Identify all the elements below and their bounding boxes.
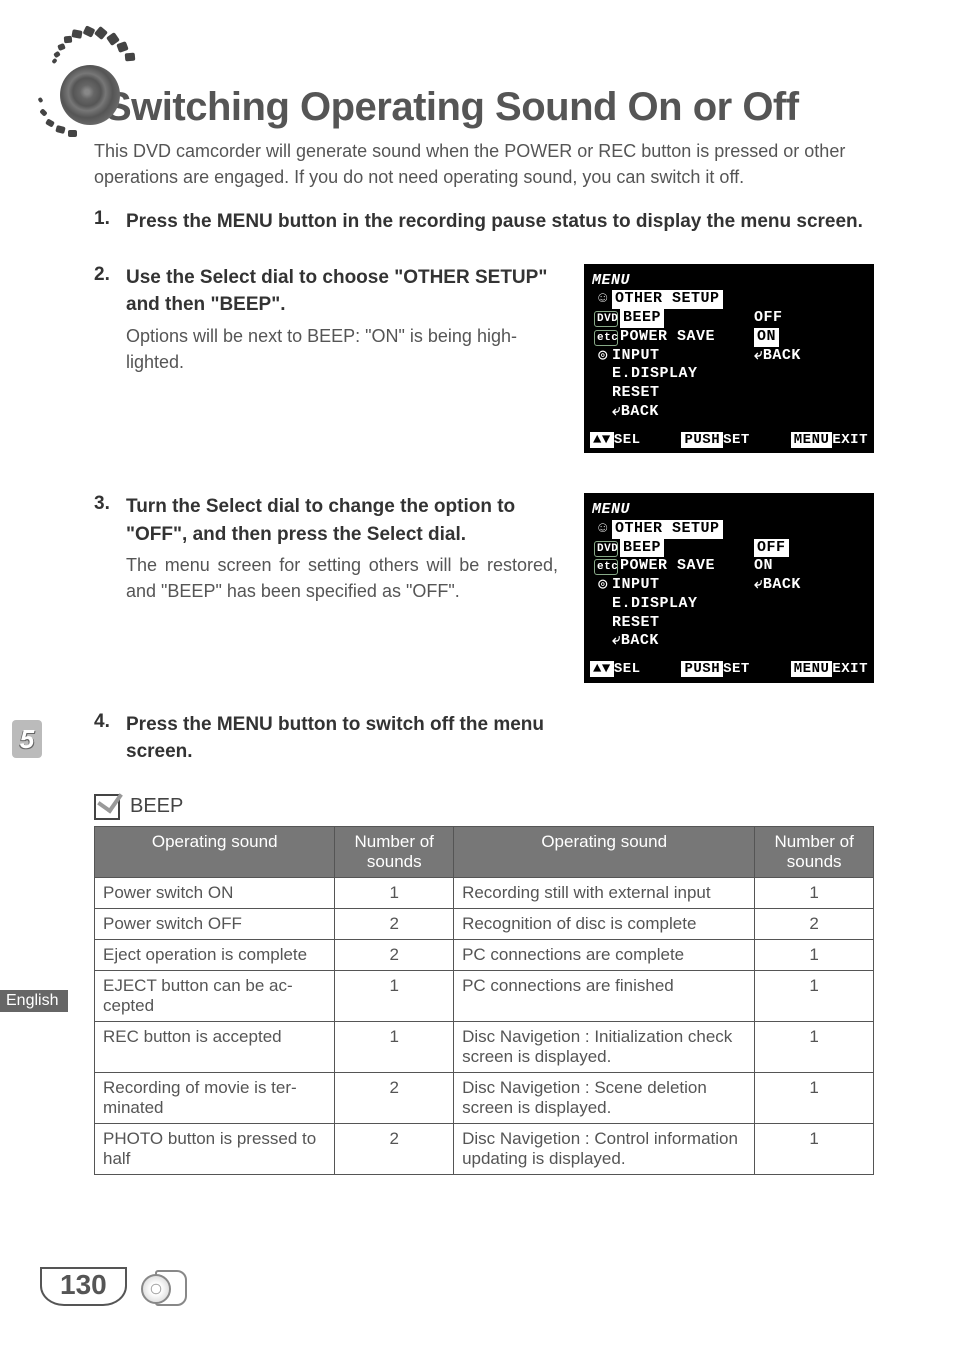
lcd-footer: ▲▼SEL PUSHSET MENUEXIT <box>590 432 868 450</box>
page-title: Switching Operating Sound On or Off <box>105 85 874 130</box>
page-number: 130 <box>40 1267 127 1306</box>
lcd-header: MENU <box>592 272 868 291</box>
table-header: Operating sound <box>454 826 755 877</box>
step-description: The menu screen for setting others will … <box>126 552 558 604</box>
lcd-item: INPUT <box>612 576 660 593</box>
lcd-item: RESET <box>612 384 660 401</box>
step-description: Options will be next to BEEP: "ON" is be… <box>126 323 558 375</box>
language-tab: English <box>0 990 68 1012</box>
lcd-screenshot: MENU ☺OTHER SETUP DVDBEEPOFF etcPOWER SA… <box>584 493 874 683</box>
lcd-item: OTHER SETUP <box>612 290 723 309</box>
table-row: PHOTO button is pressed to half2 Disc Na… <box>95 1123 874 1174</box>
lcd-item: ⤶BACK <box>612 632 659 649</box>
beep-table: Operating sound Number of sounds Operati… <box>94 826 874 1175</box>
lcd-item: POWER SAVE <box>620 557 715 574</box>
lcd-item: OFF <box>754 309 783 326</box>
lcd-screenshot: MENU ☺OTHER SETUP DVDBEEPOFF etcPOWER SA… <box>584 264 874 454</box>
lcd-item: ON <box>754 328 779 347</box>
step-3: Turn the Select dial to change the optio… <box>94 493 874 683</box>
section-number-badge: 5 <box>12 720 42 758</box>
lcd-item: ⤶BACK <box>754 347 801 364</box>
table-header: Operating sound <box>95 826 335 877</box>
checkbox-icon <box>94 794 120 820</box>
lcd-footer: ▲▼SEL PUSHSET MENUEXIT <box>590 661 868 679</box>
beep-heading: BEEP <box>94 794 874 820</box>
lcd-item: ⤶BACK <box>612 403 659 420</box>
lcd-item: OTHER SETUP <box>612 520 723 539</box>
step-command: Turn the Select dial to change the optio… <box>126 493 558 548</box>
step-2: Use the Select dial to choose "OTHER SET… <box>94 264 874 454</box>
page-footer: 130 <box>40 1267 187 1306</box>
lcd-item: BEEP <box>620 539 664 558</box>
lcd-item: RESET <box>612 614 660 631</box>
table-header: Number of sounds <box>335 826 454 877</box>
lcd-item: ⤶BACK <box>754 576 801 593</box>
lcd-item: INPUT <box>612 347 660 364</box>
table-header: Number of sounds <box>755 826 874 877</box>
step-4: Press the MENU button to switch off the … <box>94 711 874 766</box>
lcd-item: ON <box>754 557 773 574</box>
table-row: REC button is accepted1 Disc Navigetion … <box>95 1021 874 1072</box>
lcd-item: OFF <box>754 539 789 558</box>
lcd-item: E.DISPLAY <box>612 595 698 612</box>
lcd-item: BEEP <box>620 309 664 328</box>
step-command: Press the MENU button in the recording p… <box>126 208 874 236</box>
step-command: Use the Select dial to choose "OTHER SET… <box>126 264 558 319</box>
step-command: Press the MENU button to switch off the … <box>126 711 556 766</box>
lcd-item: E.DISPLAY <box>612 365 698 382</box>
table-row: EJECT button can be ac­cepted1 PC connec… <box>95 970 874 1021</box>
intro-text: This DVD camcorder will generate sound w… <box>94 138 874 190</box>
table-row: Eject operation is complete2 PC connecti… <box>95 939 874 970</box>
lcd-item: POWER SAVE <box>620 328 715 345</box>
table-row: Power switch ON1 Recording still with ex… <box>95 877 874 908</box>
table-row: Power switch OFF2 Recognition of disc is… <box>95 908 874 939</box>
step-1: Press the MENU button in the recording p… <box>94 208 874 236</box>
beep-heading-text: BEEP <box>130 795 183 818</box>
table-row: Recording of movie is ter­minated2 Disc … <box>95 1072 874 1123</box>
swirl-dots-icon <box>40 30 140 130</box>
lcd-header: MENU <box>592 501 868 520</box>
disc-icon <box>141 1268 187 1306</box>
